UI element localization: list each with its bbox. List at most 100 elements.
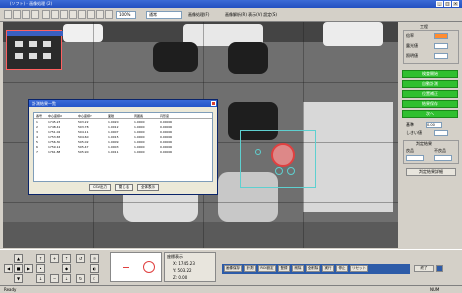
action-button-delete[interactable]: 削除: [292, 265, 304, 272]
grid-icon[interactable]: [96, 10, 104, 19]
result-header: 判定結果: [416, 141, 432, 146]
bottom-control-panel: ◀ ▲ ■ ▼ ▶ ↑ • ↓ + − ⇡ ◆ ⇣ ↺ ↻ ☼ ◐ ☾ 座標表示…: [0, 249, 462, 285]
step-down-icon[interactable]: ↓: [36, 274, 45, 283]
print-icon[interactable]: [31, 10, 39, 19]
results-dialog: 計測結果一覧 番号 中心座標X 中心座標Y 面積 周囲長 円形度 1 1745.2…: [28, 99, 218, 195]
mode-select[interactable]: 通常: [146, 11, 182, 19]
overview-thumbnail[interactable]: [6, 30, 63, 70]
dialog-close-icon[interactable]: [211, 101, 216, 106]
thumbnail-header: [7, 31, 63, 36]
table-cell: 0.00000: [160, 135, 173, 139]
dialog-title: 計測結果一覧: [29, 100, 217, 107]
open-icon[interactable]: [13, 10, 21, 19]
coord-y: Y: 503.22: [173, 268, 192, 273]
measure-icon[interactable]: [87, 10, 95, 19]
settings-label: 基準: [406, 122, 414, 127]
rotate-left-icon[interactable]: ↺: [76, 254, 85, 263]
table-cell: 1.0000: [134, 125, 145, 129]
result-ng-value: [434, 155, 452, 161]
table-cell: 0.00000: [160, 120, 173, 124]
light-up-icon[interactable]: ☼: [90, 254, 99, 263]
table-cell: 1.0000: [134, 135, 145, 139]
table-cell: 0.00000: [160, 130, 173, 134]
arrow-left-icon[interactable]: ◀: [4, 264, 13, 273]
show-all-button[interactable]: 全体表示: [137, 184, 159, 191]
z-up-icon[interactable]: ⇡: [62, 254, 71, 263]
green-button-correct[interactable]: 位置補正: [402, 90, 458, 98]
action-button-reset[interactable]: リセット: [350, 265, 368, 272]
z-down-icon[interactable]: ⇣: [62, 274, 71, 283]
result-detail-button[interactable]: 判定結果詳細: [406, 168, 456, 176]
table-cell: 503.78: [78, 125, 89, 129]
table-cell: 0.00000: [160, 140, 173, 144]
focus-up-icon[interactable]: +: [50, 254, 59, 263]
step-up-icon[interactable]: ↑: [36, 254, 45, 263]
window-title: (ソフト) - 画像処理 (2): [10, 1, 53, 6]
focus-down-icon[interactable]: −: [50, 274, 59, 283]
green-button-next[interactable]: 次へ: [402, 110, 458, 118]
green-button-save[interactable]: 結果保存: [402, 100, 458, 108]
settings-icon[interactable]: [105, 10, 113, 19]
zoom-select[interactable]: 100%: [116, 11, 136, 19]
zoom-in-icon[interactable]: [42, 10, 50, 19]
table-cell: 1.0020: [108, 120, 119, 124]
step-center-icon[interactable]: •: [36, 264, 45, 273]
green-button-start[interactable]: 検査開始: [402, 70, 458, 78]
action-button-register[interactable]: 登録: [278, 265, 290, 272]
table-cell: 504.60: [78, 135, 89, 139]
csv-export-button[interactable]: CSV出力: [89, 184, 111, 191]
zoom-out-icon[interactable]: [51, 10, 59, 19]
home-icon[interactable]: ■: [14, 264, 23, 273]
table-cell: 1751.02: [48, 130, 61, 134]
light-down-icon[interactable]: ☾: [90, 274, 99, 283]
green-button-auto[interactable]: 自動計測: [402, 80, 458, 88]
action-button-stop[interactable]: 停止: [336, 265, 348, 272]
window-title-bar: (ソフト) - 画像処理 (2): [0, 0, 462, 8]
arrow-right-icon[interactable]: ▶: [24, 264, 33, 273]
action-button-roi[interactable]: ROI設定: [258, 265, 276, 272]
z-stop-icon[interactable]: ◆: [62, 264, 71, 273]
arrow-up-icon[interactable]: ▲: [14, 254, 23, 263]
action-button-measure[interactable]: 計測: [244, 265, 256, 272]
table-cell: 2: [36, 125, 38, 129]
action-button-exit[interactable]: 終了: [414, 265, 434, 272]
panel-header: 工程: [420, 24, 428, 29]
table-cell: 1.0012: [108, 125, 119, 129]
magnification-input[interactable]: [434, 33, 448, 39]
threshold-label: しきい値: [406, 130, 422, 135]
field-label: 照明値: [406, 53, 418, 58]
menu-link-process[interactable]: 画像処理(F): [188, 12, 209, 18]
menu-link-other[interactable]: 画像解析(R) 表示(V) 設定(S): [225, 12, 277, 18]
table-cell: 504.11: [78, 130, 89, 134]
maximize-button[interactable]: □: [444, 1, 451, 7]
new-icon[interactable]: [4, 10, 12, 19]
status-right: NUM: [430, 287, 440, 292]
close-button[interactable]: ×: [452, 1, 459, 7]
arrow-down-icon[interactable]: ▼: [14, 274, 23, 283]
crosshair-icon[interactable]: [78, 10, 86, 19]
table-cell: 1: [36, 120, 38, 124]
coordinate-box: 座標表示 X: 1745.23 Y: 503.22 Z: 0.00: [164, 252, 216, 282]
fit-icon[interactable]: [60, 10, 68, 19]
table-cell: 7: [36, 150, 38, 154]
action-button-delete-all[interactable]: 全削除: [306, 265, 320, 272]
settings-input[interactable]: 0.00: [426, 122, 442, 128]
table-cell: 0.00000: [160, 150, 173, 154]
rotate-right-icon[interactable]: ↻: [76, 274, 85, 283]
light-icon[interactable]: ◐: [90, 264, 99, 273]
extra-icon[interactable]: [436, 265, 443, 272]
table-cell: 1.0009: [108, 140, 119, 144]
pan-icon[interactable]: [69, 10, 77, 19]
table-cell: 505.02: [78, 140, 89, 144]
roi-rectangle[interactable]: [240, 130, 316, 188]
minimize-button[interactable]: _: [436, 1, 443, 7]
field-label: 露光値: [406, 43, 418, 48]
save-icon[interactable]: [22, 10, 30, 19]
lighting-input[interactable]: [434, 53, 448, 59]
threshold-input[interactable]: [434, 130, 448, 136]
dialog-close-button[interactable]: 閉じる: [115, 184, 133, 191]
action-button-save-image[interactable]: 画像保存: [224, 265, 242, 272]
table-cell: 0.00000: [160, 125, 173, 129]
exposure-input[interactable]: [434, 43, 448, 49]
action-button-run[interactable]: 実行: [322, 265, 334, 272]
